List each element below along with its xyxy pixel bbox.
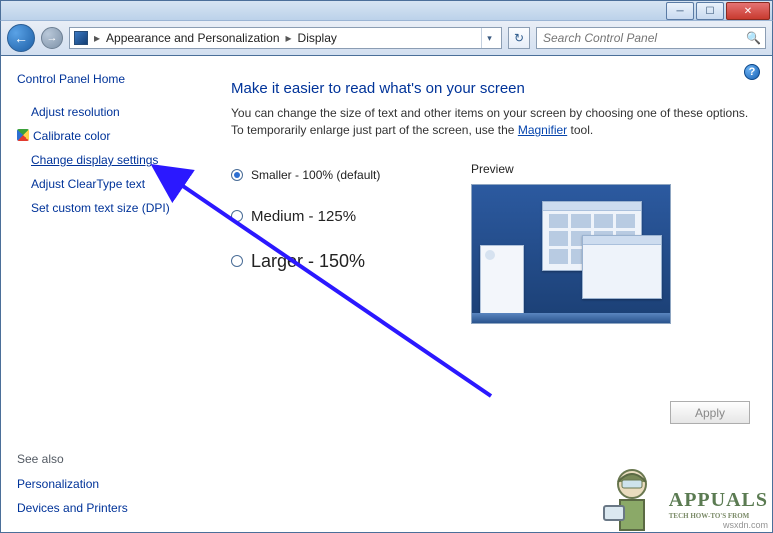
radio-label: Larger - 150% xyxy=(251,251,365,272)
close-icon: ✕ xyxy=(744,6,752,17)
control-panel-home-link[interactable]: Control Panel Home xyxy=(17,72,199,86)
apply-button[interactable]: Apply xyxy=(670,401,750,424)
sidebar-link-adjust-cleartype[interactable]: Adjust ClearType text xyxy=(31,177,199,191)
sidebar: Control Panel Home Adjust resolution Cal… xyxy=(1,56,211,532)
sidebar-link-custom-dpi[interactable]: Set custom text size (DPI) xyxy=(31,201,199,215)
help-button[interactable]: ? xyxy=(744,64,760,80)
toolbar: ← → ▸ Appearance and Personalization ▸ D… xyxy=(0,20,773,56)
radio-label: Medium - 125% xyxy=(251,208,356,225)
chevron-right-icon: ▸ xyxy=(286,31,292,45)
chevron-right-icon: ▸ xyxy=(94,31,100,45)
preview-label: Preview xyxy=(471,162,752,176)
arrow-right-icon: → xyxy=(47,32,58,44)
radio-medium[interactable]: Medium - 125% xyxy=(231,208,431,225)
see-also-personalization[interactable]: Personalization xyxy=(17,477,199,491)
search-box[interactable]: 🔍 xyxy=(536,27,766,49)
breadcrumb-appearance[interactable]: Appearance and Personalization xyxy=(106,31,279,45)
main-pane: ? Make it easier to read what's on your … xyxy=(211,56,772,532)
page-description: You can change the size of text and othe… xyxy=(231,105,752,140)
radio-larger[interactable]: Larger - 150% xyxy=(231,251,431,272)
see-also-devices-printers[interactable]: Devices and Printers xyxy=(17,501,199,515)
radio-smaller[interactable]: Smaller - 100% (default) xyxy=(231,168,431,182)
address-bar[interactable]: ▸ Appearance and Personalization ▸ Displ… xyxy=(69,27,502,49)
close-button[interactable]: ✕ xyxy=(726,2,770,20)
control-panel-icon xyxy=(74,31,88,45)
radio-icon xyxy=(231,169,243,181)
nav-back-button[interactable]: ← xyxy=(7,24,35,52)
radio-icon xyxy=(231,255,243,267)
search-icon: 🔍 xyxy=(746,31,761,45)
shield-icon xyxy=(17,129,29,141)
page-heading: Make it easier to read what's on your sc… xyxy=(231,80,752,97)
see-also-heading: See also xyxy=(17,452,199,472)
refresh-icon: ↻ xyxy=(514,31,524,45)
maximize-button[interactable]: ☐ xyxy=(696,2,724,20)
arrow-left-icon: ← xyxy=(14,30,28,46)
address-dropdown[interactable]: ▾ xyxy=(481,28,497,48)
apply-label: Apply xyxy=(695,406,725,420)
sidebar-link-change-display-settings[interactable]: Change display settings xyxy=(31,153,199,167)
size-options: Smaller - 100% (default) Medium - 125% L… xyxy=(231,162,752,324)
nav-forward-button[interactable]: → xyxy=(41,27,63,49)
magnifier-link[interactable]: Magnifier xyxy=(518,123,567,137)
help-icon: ? xyxy=(749,66,756,78)
minimize-icon: ─ xyxy=(676,6,683,17)
radio-icon xyxy=(231,210,243,222)
preview-image xyxy=(471,184,671,324)
breadcrumb-display[interactable]: Display xyxy=(298,31,337,45)
search-input[interactable] xyxy=(541,30,746,46)
minimize-button[interactable]: ─ xyxy=(666,2,694,20)
sidebar-link-calibrate-color[interactable]: Calibrate color xyxy=(17,129,199,143)
sidebar-link-label: Calibrate color xyxy=(33,129,110,143)
window-titlebar: ─ ☐ ✕ xyxy=(0,0,773,20)
radio-label: Smaller - 100% (default) xyxy=(251,168,380,182)
maximize-icon: ☐ xyxy=(706,6,715,17)
client-area: Control Panel Home Adjust resolution Cal… xyxy=(0,56,773,533)
desc-text-b: tool. xyxy=(567,123,593,137)
refresh-button[interactable]: ↻ xyxy=(508,27,530,49)
sidebar-link-adjust-resolution[interactable]: Adjust resolution xyxy=(31,105,199,119)
desc-text-a: You can change the size of text and othe… xyxy=(231,106,748,137)
